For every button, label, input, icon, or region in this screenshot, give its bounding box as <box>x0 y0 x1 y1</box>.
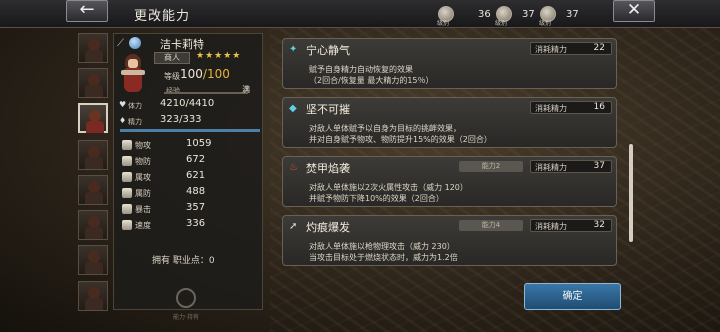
stat-row: 暴击 357 <box>118 202 260 217</box>
physical-attack-icon <box>122 140 132 150</box>
skill-desc-line2: 并赋予物防下降10%的效果（2回合） <box>309 194 444 203</box>
skill-name: 坚不可摧 <box>306 103 350 116</box>
character-portrait[interactable] <box>78 33 108 63</box>
resource-2-value: 37 <box>522 8 535 20</box>
character-portrait[interactable] <box>78 175 108 205</box>
elemental-defense-icon <box>122 188 132 198</box>
drop-icon: ♦ <box>119 116 127 125</box>
skill-name: 灼痕爆发 <box>306 221 350 234</box>
skill-scrollbar[interactable] <box>627 144 635 242</box>
skill-cost: 消耗精力 22 <box>530 42 612 55</box>
character-portrait[interactable] <box>78 281 108 311</box>
character-portrait[interactable] <box>78 245 108 275</box>
stat-row: 属攻 621 <box>118 170 260 185</box>
spear-skill-icon: ➚ <box>289 221 298 232</box>
stat-row: 速度 336 <box>118 218 260 233</box>
speed-icon <box>122 220 132 230</box>
job-points: 拥有 职业点：0 <box>152 256 215 266</box>
stat-row: 物防 672 <box>118 154 260 169</box>
calm-skill-icon: ✦ <box>289 44 298 55</box>
skill-list: ✦ 宁心静气 消耗精力 22 赋予自身精力自动恢复的效果 （2回合/恢复量 最大… <box>282 38 617 268</box>
mp-value: 323/333 <box>160 114 202 125</box>
exp-max-label: 满 <box>242 85 250 94</box>
character-portrait[interactable] <box>78 68 108 98</box>
rarity-stars: ★★★★★ <box>196 51 242 61</box>
skill-requirement-badge: 能力2 <box>459 161 523 172</box>
resource-3: 级别 37 <box>539 4 579 27</box>
skill-name: 焚甲焰袭 <box>306 162 350 175</box>
job-label: 商人 <box>154 52 190 64</box>
mp-row: ♦ 精力 323/333 <box>114 114 264 128</box>
skill-desc-line1: 对敌人单体赋予以自身为目标的挑衅效果， <box>309 124 461 133</box>
mp-bar <box>120 129 260 132</box>
stat-row: 属防 488 <box>118 186 260 201</box>
resource-2: 级别 37 <box>495 4 535 27</box>
hp-label: 体力 <box>128 102 142 110</box>
emblem-ring-icon <box>176 288 196 308</box>
skill-desc-line2: （2回合/恢复量 最大精力的15％） <box>309 76 434 85</box>
silver-orb-icon: 级别 <box>437 6 454 27</box>
exp-label: 经验 <box>166 87 180 95</box>
skill-desc-line1: 对敌人单体施以2次火属性攻击（威力 120） <box>309 183 468 192</box>
mp-label: 精力 <box>128 118 142 126</box>
character-portrait[interactable] <box>78 210 108 240</box>
skill-card[interactable]: ◆ 坚不可摧 消耗精力 16 对敌人单体赋予以自身为目标的挑衅效果， 并对自身赋… <box>282 97 617 148</box>
hp-row: ♥ 体力 4210/4410 <box>114 98 264 112</box>
close-button[interactable]: ✕ <box>613 0 655 22</box>
skill-desc-line2: 当攻击目标处于燃烧状态时，威力为1.2倍 <box>309 253 458 262</box>
gem-cluster-icon: 级别 <box>495 6 512 27</box>
character-sprite <box>118 54 148 94</box>
skill-card[interactable]: ♨ 焚甲焰袭 能力2 消耗精力 37 对敌人单体施以2次火属性攻击（威力 120… <box>282 156 617 207</box>
heart-icon: ♥ <box>119 100 127 109</box>
skill-requirement-badge: 能力4 <box>459 220 523 231</box>
character-panel: ⟋ 洁卡莉特 商人 ★★★★★ 等级 100/100 经验 满 ♥ 体力 421… <box>113 33 263 310</box>
back-button[interactable]: ← <box>66 0 108 22</box>
skill-desc-line1: 对敌人单体施以枪物理攻击（威力 230） <box>309 242 455 251</box>
character-portrait[interactable] <box>78 140 108 170</box>
star-gem-icon: 级别 <box>539 6 556 27</box>
scroll-thumb[interactable] <box>629 144 633 242</box>
physical-defense-icon <box>122 156 132 166</box>
elemental-attack-icon <box>122 172 132 182</box>
confirm-button[interactable]: 确定 <box>524 283 621 310</box>
character-list <box>78 33 111 332</box>
weapon-staff-icon: ⟋ <box>117 38 124 49</box>
element-orb-icon <box>129 37 141 49</box>
skill-cost: 消耗精力 32 <box>530 219 612 232</box>
skill-desc-line1: 赋予自身精力自动恢复的效果 <box>309 65 413 74</box>
level-label: 等级 <box>164 72 180 81</box>
skill-card[interactable]: ✦ 宁心静气 消耗精力 22 赋予自身精力自动恢复的效果 （2回合/恢复量 最大… <box>282 38 617 89</box>
ability-emblem: 能力·持有 <box>166 284 206 324</box>
exp-bar <box>164 92 248 94</box>
skill-name: 宁心静气 <box>306 44 350 57</box>
character-portrait-selected[interactable] <box>78 103 108 133</box>
skill-desc-line2: 并对自身赋予物攻、物防提升15%的效果（2回合） <box>309 135 492 144</box>
resource-1-value: 36 <box>478 8 491 20</box>
guard-skill-icon: ◆ <box>289 103 297 114</box>
skill-cost: 消耗精力 37 <box>530 160 612 173</box>
fire-skill-icon: ♨ <box>289 162 298 173</box>
level-value: 100/100 <box>180 67 230 81</box>
resource-3-value: 37 <box>566 8 579 20</box>
skill-cost: 消耗精力 16 <box>530 101 612 114</box>
top-bar: ← 更改能力 级别 36 级别 37 级别 37 ✕ <box>0 0 720 28</box>
resource-1: 级别 36 <box>437 4 491 27</box>
character-name: 洁卡莉特 <box>160 38 204 51</box>
critical-icon <box>122 204 132 214</box>
skill-card[interactable]: ➚ 灼痕爆发 能力4 消耗精力 32 对敌人单体施以枪物理攻击（威力 230） … <box>282 215 617 266</box>
stat-row: 物攻 1059 <box>118 138 260 153</box>
hp-value: 4210/4410 <box>160 98 215 109</box>
page-title: 更改能力 <box>134 9 191 24</box>
